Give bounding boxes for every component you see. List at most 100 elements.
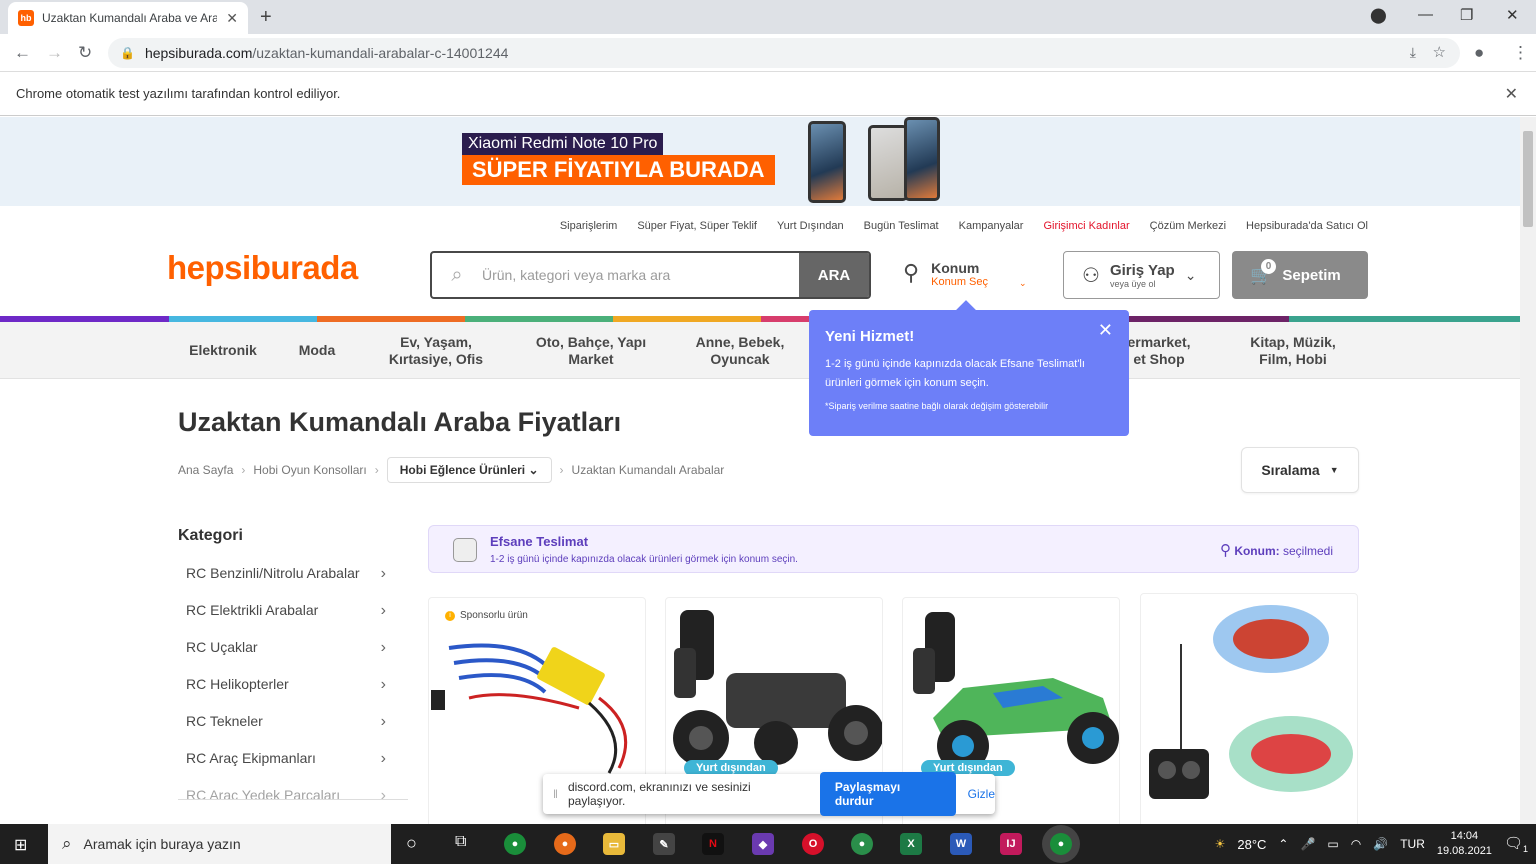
login-button[interactable]: ⚇ Giriş Yap veya üye ol ⌄ [1063,251,1220,299]
paint-icon[interactable]: ✎ [653,833,675,855]
word-icon[interactable]: W [950,833,972,855]
reload-icon[interactable]: ↻ [78,43,92,63]
cat-moda[interactable]: Moda [282,322,352,379]
back-icon[interactable]: ← [14,43,31,63]
weather-temp: 28°C [1237,836,1267,852]
popup-close-icon[interactable]: ✕ [1098,320,1113,341]
cat-elektronik[interactable]: Elektronik [178,322,268,379]
language-indicator[interactable]: TUR [1400,837,1425,851]
promo-banner[interactable]: Xiaomi Redmi Note 10 Pro SÜPER FİYATIYLA… [0,117,1520,206]
banner-line2: SÜPER FİYATIYLA BURADA [462,155,775,185]
firefox-icon[interactable]: ● [554,833,576,855]
netflix-icon[interactable]: N [702,833,724,855]
login-sub: veya üye ol [1109,278,1156,289]
hide-button[interactable]: Gizle [968,787,995,801]
cat-ev-yasam[interactable]: Ev, Yaşam, Kırtasiye, Ofis [380,322,492,379]
rc-buggy-image [913,612,1119,772]
link-girisimci-kadinlar[interactable]: Girişimci Kadınlar [1043,220,1129,232]
site-logo[interactable]: hepsiburada [167,249,358,287]
sidebar-item[interactable]: RC Helikopterler › [186,676,386,694]
search-button[interactable]: ARA [799,253,869,297]
mic-icon[interactable]: 🎤 [1300,837,1315,851]
tab-close-icon[interactable]: ✕ [226,10,238,27]
search-input[interactable] [482,267,799,283]
windows-start-icon[interactable]: ⊞ [14,835,27,855]
stunt-car-image [1149,605,1353,799]
intellij-icon[interactable]: IJ [1000,833,1022,855]
drag-handle-icon[interactable]: ‖ [553,787,558,801]
url-bar[interactable]: 🔒 hepsiburada.com/uzaktan-kumandali-arab… [108,38,1460,68]
sidebar-item[interactable]: RC Araç Yedek Parçaları › [186,787,386,799]
link-satici-ol[interactable]: Hepsiburada'da Satıcı Ol [1246,220,1368,232]
sidebar-item-label: RC Araç Ekipmanları [186,750,316,766]
app-diamond-icon[interactable]: ◆ [752,833,774,855]
efsane-location[interactable]: ⚲ Konum: seçilmedi [1220,541,1333,559]
cat-kitap-muzik[interactable]: Kitap, Müzik, Film, Hobi [1240,322,1346,379]
taskbar-search[interactable]: ⌕ Aramak için buraya yazın [48,824,391,864]
breadcrumb-hobi-oyun[interactable]: Hobi Oyun Konsolları [253,463,366,477]
category-nav: Elektronik Moda Ev, Yaşam, Kırtasiye, Of… [0,322,1520,379]
top-links: Siparişlerim Süper Fiyat, Süper Teklif Y… [560,220,1368,232]
infobar-close-icon[interactable]: ✕ [1505,84,1518,104]
cortana-icon[interactable]: ○ [406,833,417,854]
close-window-icon[interactable]: ✕ [1506,6,1519,24]
cart-button[interactable]: 🛒 0 Sepetim [1232,251,1368,299]
file-explorer-icon[interactable]: ▭ [603,833,625,855]
sidebar-item[interactable]: RC Araç Ekipmanları › [186,750,386,768]
cat-supermarket[interactable]: ermarket, et Shop [1120,322,1198,379]
chrome-alt-icon[interactable]: ● [851,833,873,855]
tray-up-icon[interactable]: ⌃ [1278,837,1288,851]
kebab-menu-icon[interactable]: ⋮ [1512,43,1529,63]
sidebar-item[interactable]: RC Uçaklar › [186,639,386,657]
volume-icon[interactable]: 🔊 [1373,837,1388,851]
account-icon[interactable]: ● [1474,43,1484,63]
cat-oto-bahce[interactable]: Oto, Bahçe, Yapı Market [530,322,652,379]
install-icon[interactable]: ⤓ [1410,44,1416,61]
opera-icon[interactable]: O [802,833,824,855]
chrome-active-icon[interactable]: ● [1050,833,1072,855]
task-view-icon[interactable]: ⧉ [455,833,466,851]
sidebar-item[interactable]: RC Benzinli/Nitrolu Arabalar › [186,565,386,583]
sidebar-item[interactable]: RC Tekneler › [186,713,386,731]
link-cozum-merkezi[interactable]: Çözüm Merkezi [1150,220,1226,232]
location-selector[interactable]: ⚲ Konum Konum Seç ⌄ [903,260,1027,288]
breadcrumb-dropdown[interactable]: Hobi Eğlence Ürünleri ⌄ [386,457,552,483]
link-bugun-teslimat[interactable]: Bugün Teslimat [864,220,939,232]
weather-icon[interactable]: ☀ [1215,837,1226,851]
link-kampanyalar[interactable]: Kampanyalar [959,220,1024,232]
cat-anne-bebek[interactable]: Anne, Bebek, Oyuncak [690,322,790,379]
efsane-checkbox[interactable] [453,538,477,562]
minimize-icon[interactable]: — [1418,6,1433,23]
sidebar-item-label: RC Tekneler [186,713,263,729]
tab-bar: hb Uzaktan Kumandalı Araba ve Ara ✕ + ⬤ … [0,0,1536,34]
link-yurt-disindan[interactable]: Yurt Dışından [777,220,844,232]
chevron-right-icon: › [380,602,386,619]
clock[interactable]: 14:04 19.08.2021 [1437,829,1492,859]
profile-menu-icon[interactable]: ⬤ [1370,6,1387,24]
url-host: hepsiburada.com [144,45,253,61]
browser-tab[interactable]: hb Uzaktan Kumandalı Araba ve Ara ✕ [8,2,248,34]
bookmark-star-icon[interactable]: ☆ [1433,43,1446,61]
link-siparislerim[interactable]: Siparişlerim [560,220,617,232]
rc-truck-image [673,610,882,766]
new-tab-icon[interactable]: + [260,6,272,29]
sort-dropdown[interactable]: Sıralama ▼ [1241,447,1359,493]
chrome-icon[interactable]: ● [504,833,526,855]
sidebar-item-label: RC Benzinli/Nitrolu Arabalar [186,565,360,581]
chevron-down-icon: ⌄ [528,463,539,477]
page-scrollbar[interactable] [1520,117,1536,824]
login-title: Giriş Yap [1109,261,1175,279]
wifi-icon[interactable]: ◠ [1351,837,1361,851]
battery-icon[interactable]: ▭ [1327,837,1338,851]
restore-icon[interactable]: ❐ [1460,6,1473,24]
sidebar-item[interactable]: RC Elektrikli Arabalar › [186,602,386,620]
stop-sharing-button[interactable]: Paylaşmayı durdur [819,772,956,816]
scrollbar-thumb[interactable] [1523,131,1533,227]
notification-icon[interactable]: 🗨1 [1504,834,1528,854]
forward-icon[interactable]: → [46,43,63,63]
product-card[interactable] [1140,593,1358,824]
link-super-fiyat[interactable]: Süper Fiyat, Süper Teklif [637,220,757,232]
new-service-popup: Yeni Hizmet! 1-2 iş günü içinde kapınızd… [809,310,1129,436]
excel-icon[interactable]: X [900,833,922,855]
breadcrumb-home[interactable]: Ana Sayfa [178,463,233,477]
